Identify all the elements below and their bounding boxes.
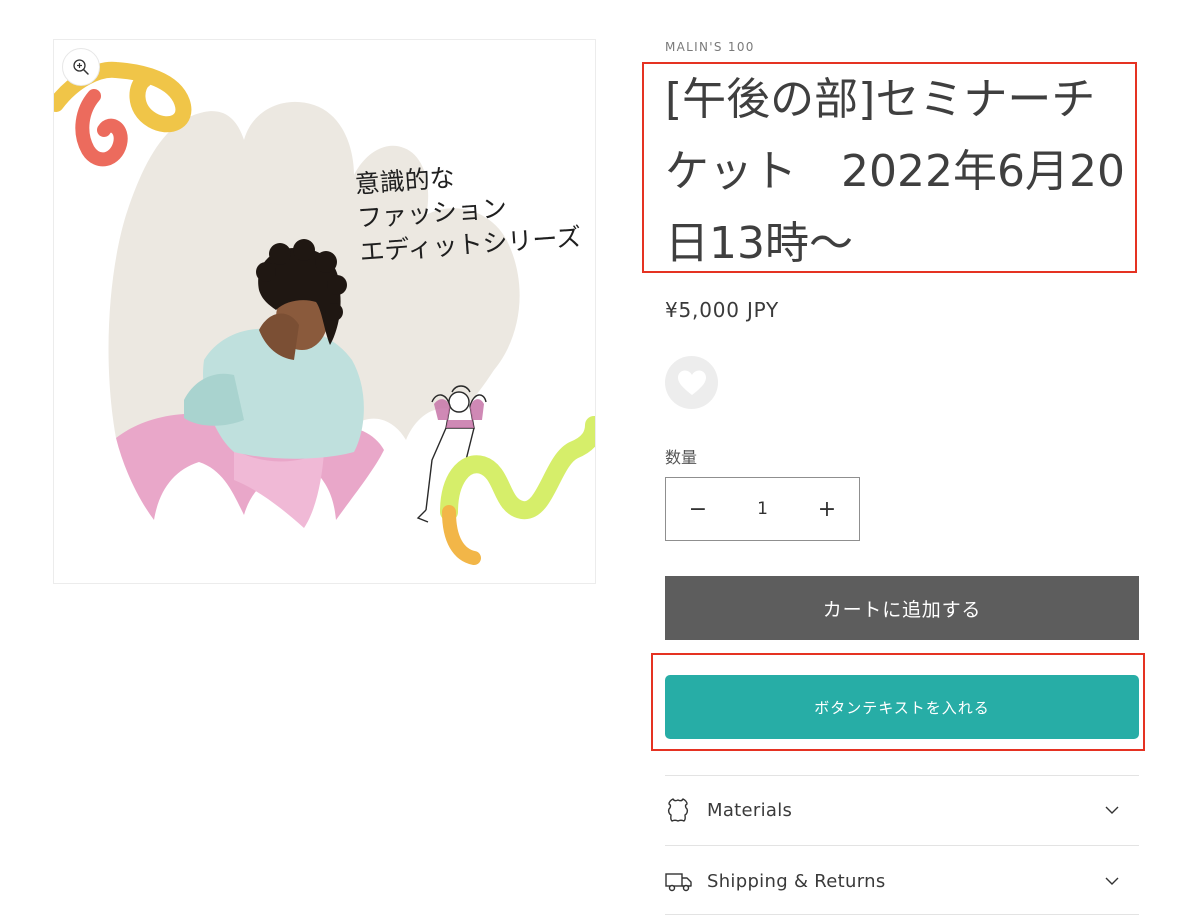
accordion-divider — [665, 845, 1139, 846]
chevron-down-icon — [1105, 806, 1119, 815]
product-image — [54, 61, 595, 565]
heart-icon — [677, 370, 706, 395]
product-price: ¥5,000 JPY — [665, 298, 780, 322]
image-headline: 意識的な ファッション エディットシリーズ — [354, 157, 583, 274]
accordion-shipping-returns[interactable]: Shipping & Returns — [665, 851, 1139, 911]
leather-icon — [665, 796, 693, 824]
accordion-divider — [665, 914, 1139, 915]
zoom-in-icon — [73, 59, 89, 75]
accordion-materials[interactable]: Materials — [665, 780, 1139, 840]
product-media[interactable]: 意識的な ファッション エディットシリーズ — [53, 39, 596, 584]
quantity-stepper: − + — [665, 477, 860, 541]
custom-text-button[interactable]: ボタンテキストを入れる — [665, 675, 1139, 739]
chevron-down-icon — [1105, 877, 1119, 886]
quantity-increase-button[interactable]: + — [795, 478, 859, 540]
quantity-input[interactable] — [730, 478, 795, 540]
add-to-cart-button[interactable]: カートに追加する — [665, 576, 1139, 640]
accordion-materials-label: Materials — [707, 799, 793, 821]
vendor-label: MALIN'S 100 — [665, 40, 755, 54]
quantity-decrease-button[interactable]: − — [666, 478, 730, 540]
product-page: 意識的な ファッション エディットシリーズ MALIN'S 100 [午後の部]… — [0, 0, 1200, 916]
product-title: [午後の部]セミナーチケット 2022年6月20日13時〜 — [665, 74, 1125, 269]
truck-icon — [665, 867, 693, 895]
accordion-divider — [665, 775, 1139, 776]
wishlist-button[interactable] — [665, 356, 718, 409]
zoom-button[interactable] — [62, 48, 100, 86]
quantity-label: 数量 — [665, 448, 698, 467]
accordion-shipping-label: Shipping & Returns — [707, 870, 886, 892]
